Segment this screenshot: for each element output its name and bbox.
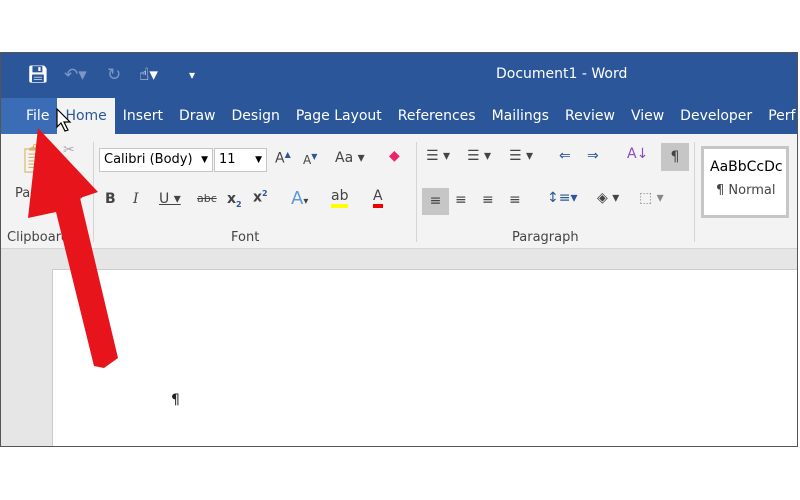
mouse-cursor-icon (56, 108, 72, 132)
red-arrow-annotation (28, 128, 118, 368)
arrow-icon (28, 128, 118, 368)
